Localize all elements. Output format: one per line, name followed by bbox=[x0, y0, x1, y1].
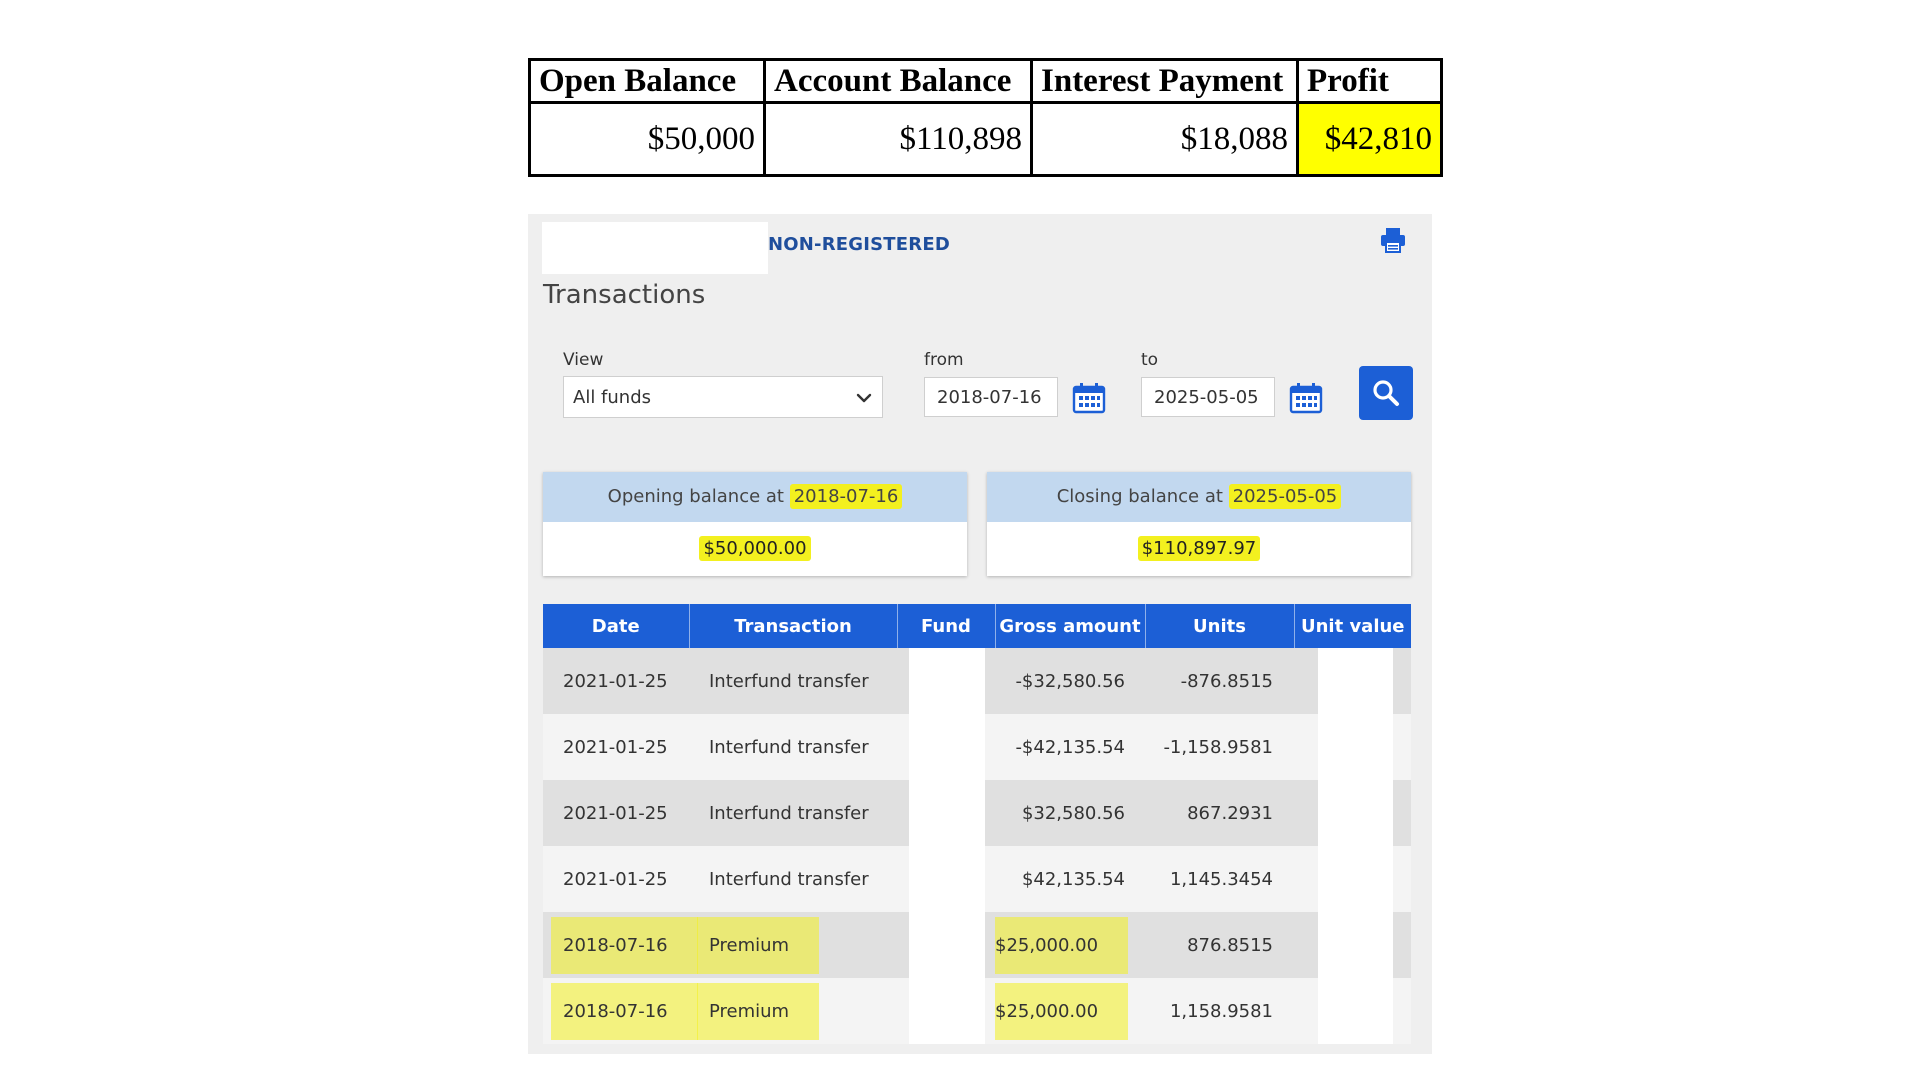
row-units: -1,158.9581 bbox=[1145, 714, 1294, 780]
transaction-column-header[interactable]: Transaction bbox=[689, 604, 898, 648]
row-fund-redacted bbox=[897, 846, 995, 912]
row-unit-value-redacted bbox=[1294, 714, 1411, 780]
row-date: 2018-07-16 bbox=[543, 978, 698, 1044]
open-balance-header: Open Balance bbox=[528, 58, 766, 104]
row-fund-redacted bbox=[897, 714, 995, 780]
row-gross-amount: -$42,135.54 bbox=[995, 714, 1145, 780]
row-date: 2021-01-25 bbox=[543, 714, 689, 780]
row-transaction: Interfund transfer bbox=[689, 648, 897, 714]
interest-payment-header: Interest Payment bbox=[1030, 58, 1299, 104]
row-gross-amount: -$32,580.56 bbox=[995, 648, 1145, 714]
opening-balance-amount-row: $50,000.00 bbox=[543, 522, 967, 576]
row-transaction: Interfund transfer bbox=[689, 714, 897, 780]
search-button[interactable] bbox=[1359, 366, 1413, 420]
row-unit-value-redacted bbox=[1294, 648, 1411, 714]
table-row: 2021-01-25 Interfund transfer -$42,135.5… bbox=[543, 714, 1411, 780]
closing-balance-date: 2025-05-05 bbox=[1228, 484, 1342, 509]
table-row: 2018-07-16 Premium $25,000.00 876.8515 bbox=[543, 912, 1411, 978]
date-column-header[interactable]: Date bbox=[543, 604, 690, 648]
redacted-account-name bbox=[542, 222, 768, 274]
row-units: 876.8515 bbox=[1145, 912, 1294, 978]
opening-balance-label: Opening balance at bbox=[607, 486, 784, 507]
unit-value-column-header[interactable]: Unit value bbox=[1294, 604, 1411, 648]
row-transaction: Interfund transfer bbox=[689, 846, 897, 912]
summary-value-row: $50,000 $110,898 $18,088 $42,810 bbox=[528, 101, 1443, 177]
row-gross-highlighted: $25,000.00 bbox=[983, 982, 1129, 1040]
transactions-table: Date Transaction Fund Gross amount Units… bbox=[543, 604, 1411, 1044]
transactions-panel: NON-REGISTERED Transactions View from to… bbox=[528, 214, 1432, 1054]
row-date: 2021-01-25 bbox=[543, 648, 689, 714]
fund-column-header[interactable]: Fund bbox=[897, 604, 996, 648]
account-type-label: NON-REGISTERED bbox=[768, 234, 950, 255]
chevron-down-icon bbox=[856, 393, 872, 403]
table-row: 2021-01-25 Interfund transfer -$32,580.5… bbox=[543, 648, 1411, 714]
table-header-row: Date Transaction Fund Gross amount Units… bbox=[543, 604, 1411, 648]
opening-balance-heading: Opening balance at 2018-07-16 bbox=[543, 472, 967, 522]
row-gross-amount: $42,135.54 bbox=[995, 846, 1145, 912]
gross-amount-column-header[interactable]: Gross amount bbox=[995, 604, 1146, 648]
row-date-highlighted: 2018-07-16 bbox=[551, 916, 698, 974]
view-select[interactable]: All funds bbox=[563, 376, 883, 418]
account-balance-value: $110,898 bbox=[763, 101, 1033, 177]
to-label: to bbox=[1141, 350, 1159, 370]
row-fund-redacted bbox=[897, 780, 995, 846]
table-row: 2021-01-25 Interfund transfer $42,135.54… bbox=[543, 846, 1411, 912]
row-transaction: Interfund transfer bbox=[689, 780, 897, 846]
row-date: 2021-01-25 bbox=[543, 846, 689, 912]
row-date: 2021-01-25 bbox=[543, 780, 689, 846]
row-units: -876.8515 bbox=[1145, 648, 1294, 714]
row-transaction: Premium bbox=[689, 978, 897, 1044]
row-fund-redacted bbox=[897, 648, 995, 714]
view-label: View bbox=[563, 350, 604, 370]
row-date-highlighted: 2018-07-16 bbox=[551, 982, 698, 1040]
page-title: Transactions bbox=[543, 280, 706, 310]
closing-balance-card: Closing balance at 2025-05-05 $110,897.9… bbox=[987, 472, 1411, 576]
row-unit-value-redacted bbox=[1294, 780, 1411, 846]
open-balance-value: $50,000 bbox=[528, 101, 766, 177]
table-row: 2021-01-25 Interfund transfer $32,580.56… bbox=[543, 780, 1411, 846]
row-unit-value-redacted bbox=[1294, 978, 1411, 1044]
row-units: 1,158.9581 bbox=[1145, 978, 1294, 1044]
profit-header: Profit bbox=[1296, 58, 1443, 104]
opening-balance-amount: $50,000.00 bbox=[699, 536, 811, 561]
closing-balance-amount-row: $110,897.97 bbox=[987, 522, 1411, 576]
row-gross-amount: $25,000.00 bbox=[983, 978, 1145, 1044]
search-icon bbox=[1373, 380, 1399, 406]
row-units: 867.2931 bbox=[1145, 780, 1294, 846]
row-transaction: Premium bbox=[689, 912, 897, 978]
closing-balance-label: Closing balance at bbox=[1056, 486, 1223, 507]
row-unit-value-redacted bbox=[1294, 846, 1411, 912]
summary-header-row: Open Balance Account Balance Interest Pa… bbox=[528, 58, 1443, 104]
table-row: 2018-07-16 Premium $25,000.00 1,158.9581 bbox=[543, 978, 1411, 1044]
row-fund-redacted bbox=[897, 912, 995, 978]
to-date-input[interactable] bbox=[1141, 377, 1275, 417]
from-date-input[interactable] bbox=[924, 377, 1058, 417]
opening-balance-card: Opening balance at 2018-07-16 $50,000.00 bbox=[543, 472, 967, 576]
row-transaction-highlighted: Premium bbox=[697, 916, 820, 974]
closing-balance-amount: $110,897.97 bbox=[1137, 536, 1261, 561]
summary-table: Open Balance Account Balance Interest Pa… bbox=[528, 58, 1443, 177]
row-units: 1,145.3454 bbox=[1145, 846, 1294, 912]
interest-payment-value: $18,088 bbox=[1030, 101, 1299, 177]
row-unit-value-redacted bbox=[1294, 912, 1411, 978]
row-gross-amount: $25,000.00 bbox=[983, 912, 1145, 978]
calendar-icon[interactable] bbox=[1072, 382, 1106, 414]
row-date: 2018-07-16 bbox=[543, 912, 698, 978]
row-gross-highlighted: $25,000.00 bbox=[983, 916, 1129, 974]
row-transaction-highlighted: Premium bbox=[697, 982, 820, 1040]
row-fund-redacted bbox=[897, 978, 995, 1044]
account-balance-header: Account Balance bbox=[763, 58, 1033, 104]
view-select-value: All funds bbox=[573, 387, 651, 408]
closing-balance-heading: Closing balance at 2025-05-05 bbox=[987, 472, 1411, 522]
profit-value: $42,810 bbox=[1296, 101, 1443, 177]
row-gross-amount: $32,580.56 bbox=[995, 780, 1145, 846]
units-column-header[interactable]: Units bbox=[1145, 604, 1295, 648]
opening-balance-date: 2018-07-16 bbox=[789, 484, 903, 509]
from-label: from bbox=[924, 350, 964, 370]
printer-icon[interactable] bbox=[1379, 226, 1407, 254]
calendar-icon[interactable] bbox=[1289, 382, 1323, 414]
